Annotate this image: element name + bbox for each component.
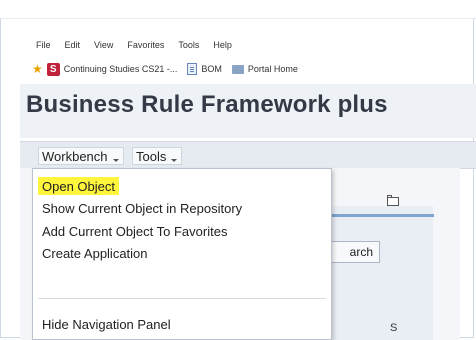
folder-icon[interactable]	[387, 195, 399, 206]
portal-icon	[231, 64, 244, 74]
menu-view[interactable]: View	[94, 40, 113, 54]
menu-item-show-in-repository[interactable]: Show Current Object in Repository	[42, 199, 242, 217]
favorites-bar: ★ S Continuing Studies CS21 -... BOM Por…	[32, 60, 304, 78]
menu-item-label: Hide Navigation Panel	[42, 316, 171, 332]
window-top-strip	[0, 0, 476, 19]
chevron-down-icon	[112, 158, 119, 162]
menu-item-label: Add Current Object To Favorites	[42, 223, 228, 239]
menu-file[interactable]: File	[36, 40, 51, 54]
menu-item-label: Show Current Object in Repository	[42, 200, 243, 216]
favorite-portal-home[interactable]: Portal Home	[231, 64, 298, 74]
menu-item-create-application[interactable]: Create Application	[42, 244, 148, 262]
menu-favorites[interactable]: Favorites	[127, 40, 164, 54]
menu-item-label: Open Object	[42, 178, 115, 194]
favorite-label: Portal Home	[247, 64, 298, 74]
menu-item-open-object[interactable]: Open Object	[38, 177, 119, 195]
menu-help[interactable]: Help	[213, 40, 232, 54]
menu-item-hide-navigation-panel[interactable]: Hide Navigation Panel	[42, 315, 171, 333]
browser-menu-bar: File Edit View Favorites Tools Help	[36, 40, 232, 54]
favorite-label: BOM	[201, 64, 222, 74]
menu-divider	[38, 298, 326, 299]
s-logo-icon: S	[46, 62, 60, 76]
workbench-menu-button[interactable]: Workbench	[38, 147, 124, 165]
favorite-continuing-studies[interactable]: S Continuing Studies CS21 -...	[46, 62, 178, 76]
tools-menu-button[interactable]: Tools	[132, 147, 183, 165]
workbench-menu-label: Workbench	[42, 148, 108, 164]
menu-item-add-to-favorites[interactable]: Add Current Object To Favorites	[42, 222, 227, 240]
document-icon	[187, 63, 198, 75]
favorites-star-icon[interactable]: ★	[32, 63, 43, 75]
search-button-label: arch	[349, 245, 373, 259]
chevron-down-icon	[171, 158, 178, 162]
menu-tools[interactable]: Tools	[178, 40, 199, 54]
menu-edit[interactable]: Edit	[65, 40, 81, 54]
tools-menu-label: Tools	[136, 148, 167, 164]
favorite-bom[interactable]: BOM	[187, 63, 222, 75]
favorite-label: Continuing Studies CS21 -...	[63, 64, 178, 74]
app-title: Business Rule Framework plus	[26, 91, 388, 118]
menu-item-label: Create Application	[42, 245, 148, 261]
small-label: S	[390, 322, 398, 334]
